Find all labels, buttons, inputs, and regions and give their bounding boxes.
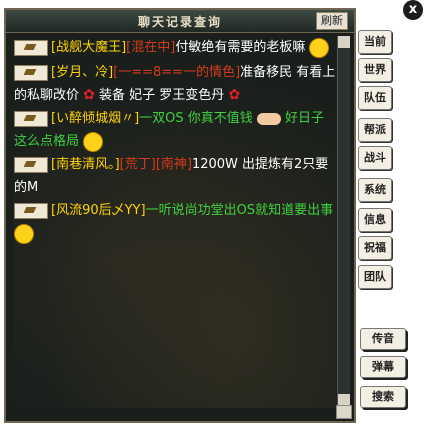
tab-blessing[interactable]: 祝福 [358,236,392,260]
chat-scrollbar[interactable] [337,36,350,406]
title-bar: 聊天记录查询 刷新 [6,10,354,33]
message-text: 一听说尚功堂出OS就知道要出事 [145,203,334,218]
rose-emoji-icon: ✿ [228,87,241,103]
smiley-emoji-icon [83,131,104,152]
window-title: 聊天记录查询 [137,15,222,29]
chat-message: [岁月、冷][一==8==一的情色]准备移民 有看上的私聊改价 ✿ 装备 妃子 … [14,61,336,107]
sender-name[interactable]: [岁月、冷] [51,65,113,80]
tab-guild[interactable]: 帮派 [358,118,392,142]
channel-icon [14,64,48,81]
close-button[interactable]: x [403,0,423,20]
sender-title: [混在中] [126,40,176,55]
channel-icon [14,156,48,173]
smiley-emoji-icon [309,37,330,58]
whisper-button[interactable]: 传音 [360,328,406,350]
channel-icon [14,202,48,219]
chat-message: [战舰大魔王][混在中]付敏绝有需要的老板嘛 [14,36,336,59]
chat-message: [い醉倾城烟〃]一双OS 你真不值钱 好日子 这么点格局 [14,107,336,153]
sender-title: [南神] [155,157,192,172]
message-text: 一双OS 你真不值钱 [139,111,253,126]
sender-name[interactable]: [南巷清风。] [51,157,120,172]
rose-emoji-icon: ✿ [83,87,95,103]
sender-name[interactable]: [い醉倾城烟〃] [51,111,139,126]
channel-icon [14,39,48,56]
message-text: 装备 妃子 罗王变色丹 [94,88,225,103]
tab-system[interactable]: 系统 [358,178,392,202]
sender-title: [荒丁] [119,157,156,172]
sender-title: [一==8==一的情色] [113,65,241,80]
message-text: 付敏绝有需要的老板嘛 [175,40,306,55]
tab-info[interactable]: 信息 [358,208,392,232]
chat-log: [战舰大魔王][混在中]付敏绝有需要的老板嘛 [岁月、冷][一==8==一的情色… [14,36,336,408]
expand-corner-icon[interactable] [336,405,352,419]
sender-name[interactable]: [战舰大魔王] [51,40,126,55]
chat-message: [南巷清风。][荒丁][南神]1200W 出提炼有2只要的M [14,153,336,199]
tab-current[interactable]: 当前 [358,30,392,54]
smiley-emoji-icon [14,223,34,244]
scroll-up-arrow-icon[interactable] [338,36,350,48]
tab-world[interactable]: 世界 [358,58,392,82]
tab-battle[interactable]: 战斗 [358,146,392,170]
search-button[interactable]: 搜索 [360,386,406,408]
handshake-emoji-icon [256,112,281,125]
danmaku-button[interactable]: 弹幕 [360,356,406,378]
channel-icon [14,110,48,127]
chat-message: [风流90后乄YY]一听说尚功堂出OS就知道要出事 [14,199,336,245]
chat-history-window: 聊天记录查询 刷新 [战舰大魔王][混在中]付敏绝有需要的老板嘛 [岁月、冷][… [4,8,356,423]
sender-name[interactable]: [风流90后乄YY] [51,203,146,218]
tab-group[interactable]: 团队 [358,265,392,289]
refresh-button[interactable]: 刷新 [316,12,348,30]
tab-team[interactable]: 队伍 [358,86,392,110]
